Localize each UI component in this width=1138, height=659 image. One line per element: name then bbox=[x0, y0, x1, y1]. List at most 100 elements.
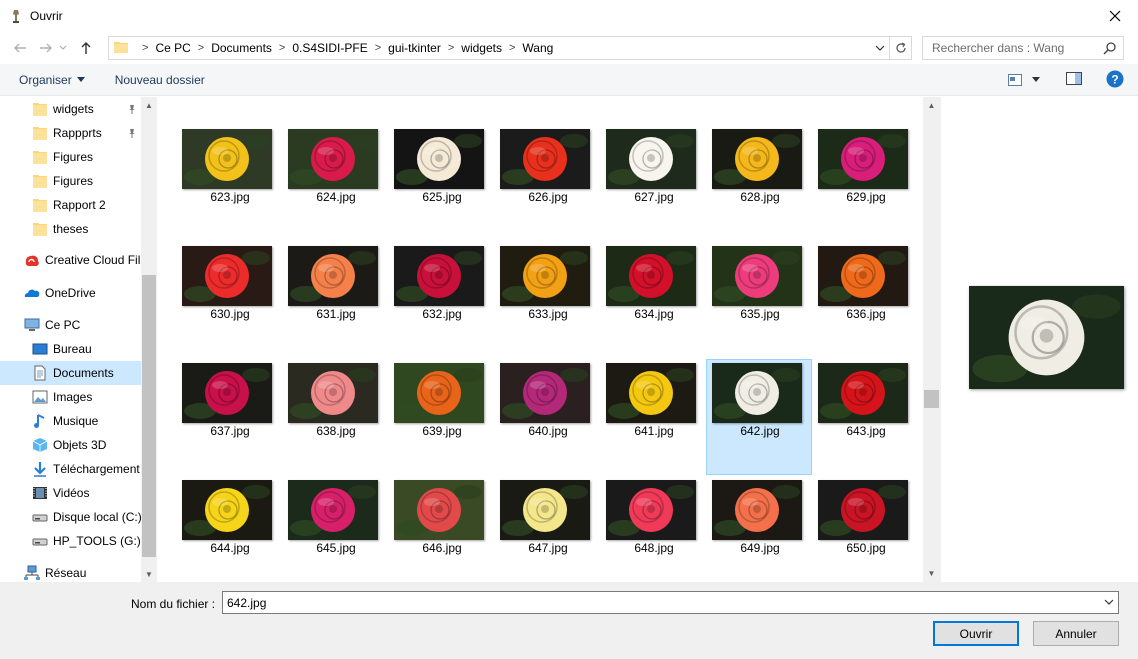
file-item[interactable]: 647.jpg bbox=[494, 476, 600, 582]
organize-menu-button[interactable]: Organiser bbox=[13, 68, 91, 92]
scrollbar-thumb[interactable] bbox=[924, 390, 939, 408]
file-item[interactable]: 623.jpg bbox=[176, 125, 282, 241]
file-thumbnail bbox=[182, 246, 272, 306]
filename-input[interactable] bbox=[227, 595, 1087, 610]
breadcrumb-separator-icon: > bbox=[447, 42, 455, 54]
recent-locations-button[interactable] bbox=[57, 37, 69, 59]
sidebar-item-figures[interactable]: Figures bbox=[0, 169, 141, 193]
file-item[interactable]: 637.jpg bbox=[176, 359, 282, 475]
file-item[interactable]: 635.jpg bbox=[706, 242, 812, 358]
file-item[interactable]: 646.jpg bbox=[388, 476, 494, 582]
preview-pane-button[interactable] bbox=[1066, 72, 1082, 88]
sidebar-item-bureau[interactable]: Bureau bbox=[0, 337, 141, 361]
file-list-scrollbar[interactable]: ▲ ▼ bbox=[923, 97, 940, 582]
sidebar-item-images[interactable]: Images bbox=[0, 385, 141, 409]
sidebar-item-t-l-chargement[interactable]: Téléchargement bbox=[0, 457, 141, 481]
file-item[interactable]: 636.jpg bbox=[812, 242, 918, 358]
file-item[interactable]: 633.jpg bbox=[494, 242, 600, 358]
file-name: 649.jpg bbox=[740, 541, 780, 555]
file-item[interactable]: 631.jpg bbox=[282, 242, 388, 358]
file-item[interactable]: 624.jpg bbox=[282, 125, 388, 241]
file-item[interactable]: 632.jpg bbox=[388, 242, 494, 358]
scroll-up-icon[interactable]: ▲ bbox=[141, 97, 157, 113]
navigation-scrollbar[interactable]: ▲ ▼ bbox=[141, 97, 157, 582]
sidebar-item-rappprts[interactable]: Rappprts bbox=[0, 121, 141, 145]
up-button[interactable] bbox=[75, 37, 97, 59]
sidebar-item-creative-cloud-fil[interactable]: Creative Cloud Fil bbox=[0, 248, 141, 272]
sidebar-item-documents[interactable]: Documents bbox=[0, 361, 141, 385]
breadcrumb-separator-icon: > bbox=[508, 42, 516, 54]
search-input[interactable] bbox=[932, 41, 1102, 55]
sidebar-item-ce-pc[interactable]: Ce PC bbox=[0, 313, 141, 337]
file-name: 623.jpg bbox=[210, 190, 250, 204]
scroll-up-icon[interactable]: ▲ bbox=[923, 97, 940, 114]
sidebar-item-r-seau[interactable]: Réseau bbox=[0, 561, 141, 582]
file-name: 644.jpg bbox=[210, 541, 250, 555]
breadcrumb-documents[interactable]: Documents bbox=[211, 41, 272, 55]
scroll-down-icon[interactable]: ▼ bbox=[141, 566, 157, 582]
file-name: 625.jpg bbox=[422, 190, 462, 204]
sidebar-item-objets-3d[interactable]: Objets 3D bbox=[0, 433, 141, 457]
sidebar-item-label: Vidéos bbox=[53, 486, 90, 500]
open-button[interactable]: Ouvrir bbox=[933, 621, 1019, 646]
search-icon[interactable] bbox=[1103, 41, 1117, 58]
sidebar-item-disque-local-c[interactable]: Disque local (C:) bbox=[0, 505, 141, 529]
filename-combobox[interactable] bbox=[222, 591, 1119, 614]
file-item[interactable]: 628.jpg bbox=[706, 125, 812, 241]
help-icon: ? bbox=[1106, 70, 1124, 87]
file-item[interactable]: 650.jpg bbox=[812, 476, 918, 582]
refresh-icon bbox=[895, 42, 906, 53]
file-item[interactable]: 641.jpg bbox=[600, 359, 706, 475]
sidebar-item-rapport-2[interactable]: Rapport 2 bbox=[0, 193, 141, 217]
folder-icon bbox=[32, 197, 48, 213]
close-button[interactable] bbox=[1092, 0, 1138, 32]
file-item[interactable]: 629.jpg bbox=[812, 125, 918, 241]
filename-label: Nom du fichier : bbox=[131, 597, 216, 611]
sidebar-item-figures[interactable]: Figures bbox=[0, 145, 141, 169]
search-box[interactable] bbox=[922, 36, 1124, 60]
file-item[interactable]: 649.jpg bbox=[706, 476, 812, 582]
sidebar-item-theses[interactable]: theses bbox=[0, 217, 141, 241]
breadcrumb-gui-tkinter[interactable]: gui-tkinter bbox=[388, 41, 441, 55]
breadcrumb-pfe[interactable]: 0.S4SIDI-PFE bbox=[292, 41, 367, 55]
file-item[interactable]: 640.jpg bbox=[494, 359, 600, 475]
file-item[interactable]: 627.jpg bbox=[600, 125, 706, 241]
address-bar[interactable]: > Ce PC > Documents > 0.S4SIDI-PFE > gui… bbox=[108, 36, 912, 60]
file-item[interactable]: 644.jpg bbox=[176, 476, 282, 582]
file-thumbnail bbox=[712, 480, 802, 540]
file-item[interactable]: 642.jpg bbox=[706, 359, 812, 475]
file-item[interactable]: 645.jpg bbox=[282, 476, 388, 582]
file-item[interactable]: 626.jpg bbox=[494, 125, 600, 241]
forward-button[interactable] bbox=[35, 37, 57, 59]
sidebar-item-musique[interactable]: Musique bbox=[0, 409, 141, 433]
refresh-button[interactable] bbox=[889, 37, 911, 59]
file-item[interactable]: 634.jpg bbox=[600, 242, 706, 358]
file-item[interactable]: 630.jpg bbox=[176, 242, 282, 358]
view-mode-button[interactable] bbox=[1008, 74, 1040, 86]
scroll-down-icon[interactable]: ▼ bbox=[923, 565, 940, 582]
filename-dropdown-button[interactable] bbox=[1103, 595, 1115, 612]
breadcrumb-ce-pc[interactable]: Ce PC bbox=[155, 41, 190, 55]
onedrive-icon bbox=[24, 285, 40, 301]
file-item[interactable]: 625.jpg bbox=[388, 125, 494, 241]
sidebar-item-vid-os[interactable]: Vidéos bbox=[0, 481, 141, 505]
breadcrumb-widgets[interactable]: widgets bbox=[461, 41, 502, 55]
scrollbar-thumb[interactable] bbox=[142, 275, 156, 557]
file-item[interactable]: 648.jpg bbox=[600, 476, 706, 582]
sidebar-item-onedrive[interactable]: OneDrive bbox=[0, 281, 141, 305]
sidebar-item-widgets[interactable]: widgets bbox=[0, 97, 141, 121]
file-thumbnail bbox=[394, 363, 484, 423]
file-name: 646.jpg bbox=[422, 541, 462, 555]
file-item[interactable]: 639.jpg bbox=[388, 359, 494, 475]
sidebar-item-hp-tools-g[interactable]: HP_TOOLS (G:) bbox=[0, 529, 141, 553]
help-button[interactable]: ? bbox=[1106, 70, 1124, 91]
file-name: 627.jpg bbox=[634, 190, 674, 204]
file-item[interactable]: 638.jpg bbox=[282, 359, 388, 475]
file-item[interactable]: 643.jpg bbox=[812, 359, 918, 475]
back-button[interactable] bbox=[9, 37, 31, 59]
address-dropdown-button[interactable] bbox=[871, 37, 889, 59]
file-name: 645.jpg bbox=[316, 541, 356, 555]
cancel-button[interactable]: Annuler bbox=[1033, 621, 1119, 646]
new-folder-button[interactable]: Nouveau dossier bbox=[109, 68, 211, 92]
breadcrumb-wang[interactable]: Wang bbox=[522, 41, 553, 55]
